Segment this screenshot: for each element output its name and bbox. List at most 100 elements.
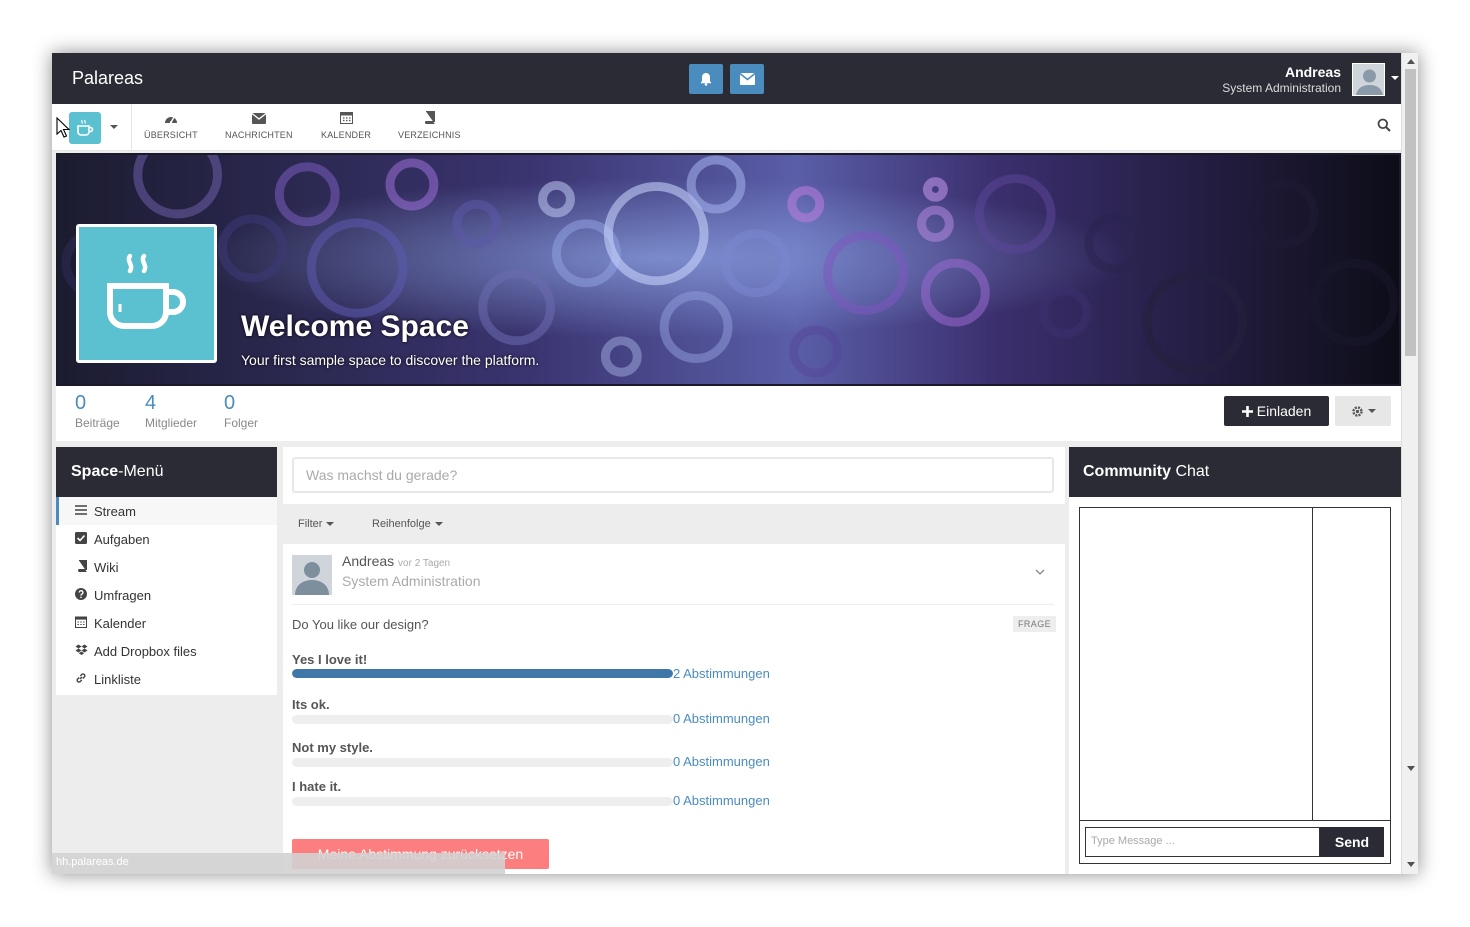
stat-label: Mitglieder [145,416,198,430]
sidebar-item-dropbox[interactable]: Add Dropbox files [56,637,277,665]
space-chooser-button[interactable] [69,112,101,144]
link-icon [74,672,88,687]
filter-dropdown[interactable]: Filter [298,518,335,530]
poll-answer-votes[interactable]: 0 Abstimmungen [673,754,770,769]
main-navigation: ÜBERSICHT NACHRICHTEN KALENDER VERZEICHN… [52,104,1401,151]
sidebar-item-label: Kalender [94,615,147,631]
nav-item-directory[interactable]: VERZEICHNIS [398,110,461,140]
mouse-cursor-icon [56,117,70,138]
poll-answer-label: Its ok. [292,697,330,712]
poll-answer-votes[interactable]: 0 Abstimmungen [673,793,770,808]
post-menu-button[interactable] [1035,561,1045,580]
browser-status-url: hh.palareas.de [52,853,505,874]
sidebar-item-stream[interactable]: Stream [56,497,277,525]
chevron-down-icon [1367,409,1376,413]
poll-answer-bar [292,758,673,767]
question-icon [74,587,88,603]
user-menu-caret[interactable] [1391,76,1399,80]
poll-answer-label: I hate it. [292,779,342,794]
user-silhouette-icon [1356,69,1383,95]
user-name[interactable]: Andreas [1285,64,1341,80]
nav-item-messages[interactable]: NACHRICHTEN [225,110,293,140]
checkbox-icon [74,531,88,547]
search-icon [1377,118,1391,132]
stat-followers[interactable]: 0 Folger [224,392,258,430]
search-button[interactable] [1377,117,1391,136]
nav-item-calendar[interactable]: KALENDER [321,110,371,140]
calendar-icon [321,110,371,130]
filter-label: Filter [298,518,323,530]
nav-item-label: ÜBERSICHT [144,130,198,140]
poll-answer-votes[interactable]: 0 Abstimmungen [673,711,770,726]
nav-item-label: VERZEICHNIS [398,130,461,140]
stat-posts[interactable]: 0 Beiträge [75,392,120,430]
sidebar-item-label: Linkliste [94,671,141,687]
page-scrollbar[interactable] [1401,53,1418,874]
scroll-up-icon[interactable] [1407,59,1415,64]
poll-answer[interactable]: Its ok. 0 Abstimmungen [292,697,792,726]
sidebar-item-polls[interactable]: Umfragen [56,581,277,609]
browser-window: Palareas Andreas System Administration Ü… [52,53,1418,874]
post-divider [292,604,1054,605]
sidebar-item-wiki[interactable]: Wiki [56,553,277,581]
space-stats-bar: 0 Beiträge 4 Mitglieder 0 Folger Einlade… [56,386,1401,441]
chat-message-input[interactable]: Type Message ... [1085,827,1320,857]
chat-send-button[interactable]: Send [1320,827,1384,857]
notifications-button[interactable] [689,64,723,94]
sidebar-item-tasks[interactable]: Aufgaben [56,525,277,553]
poll-answer[interactable]: I hate it. 0 Abstimmungen [292,779,792,808]
plus-icon [1241,405,1253,417]
space-menu-title: Space-Menü [56,447,277,497]
scroll-down-icon[interactable] [1407,862,1415,867]
chevron-down-icon[interactable] [110,125,118,129]
chat-box: Type Message ... Send [1079,507,1391,864]
post-author-avatar[interactable] [292,555,332,595]
coffee-cup-icon [106,253,186,329]
post-author[interactable]: Andreas vor 2 Tagen [342,553,450,569]
poll-answer[interactable]: Not my style. 0 Abstimmungen [292,740,792,769]
book-icon [74,559,88,575]
settings-button[interactable] [1335,396,1391,426]
brand-logo[interactable]: Palareas [72,68,143,89]
stat-value: 4 [145,392,157,414]
list-icon [74,504,88,518]
chat-user-list[interactable] [1313,508,1390,821]
sidebar-item-label: Wiki [94,559,119,575]
dropbox-icon [74,644,88,659]
calendar-icon [74,616,88,631]
stream-filter-bar: Filter Reihenfolge [283,504,1065,544]
stat-members[interactable]: 4 Mitglieder [145,392,197,430]
nav-item-label: KALENDER [321,130,372,140]
sort-dropdown[interactable]: Reihenfolge [372,518,443,530]
dashboard-icon [144,110,198,130]
avatar[interactable] [1352,63,1385,96]
poll-answer-fill [292,669,673,678]
sidebar-item-calendar[interactable]: Kalender [56,609,277,637]
space-menu: Space-Menü Stream Aufgaben Wiki Umfragen… [56,447,277,695]
chat-title: Community Chat [1069,447,1401,497]
chat-message-log[interactable] [1080,508,1313,821]
poll-question: Do You like our design? [292,617,429,632]
sidebar-item-links[interactable]: Linkliste [56,665,277,693]
scrollbar-thumb[interactable] [1405,69,1416,356]
sidebar-item-label: Add Dropbox files [94,643,197,659]
user-silhouette-icon [295,562,329,595]
messages-button[interactable] [730,64,764,94]
sidebar-item-label: Stream [94,503,136,519]
gear-icon [1351,405,1363,417]
bell-icon [700,73,712,86]
space-logo[interactable] [76,224,217,363]
space-description: Your first sample space to discover the … [241,352,540,368]
sidebar-item-label: Umfragen [94,587,152,603]
poll-answer[interactable]: Yes I love it! 2 Abstimmungen [292,652,792,681]
status-input[interactable]: Was machst du gerade? [292,457,1054,493]
invite-button[interactable]: Einladen [1224,396,1329,426]
poll-answer-votes[interactable]: 2 Abstimmungen [673,666,770,681]
poll-answer-label: Yes I love it! [292,652,368,667]
book-icon [398,110,461,130]
stat-value: 0 [75,392,87,414]
invite-label: Einladen [1256,403,1312,419]
envelope-icon [739,73,755,85]
top-bar: Palareas Andreas System Administration [52,53,1401,104]
nav-item-overview[interactable]: ÜBERSICHT [144,110,198,140]
